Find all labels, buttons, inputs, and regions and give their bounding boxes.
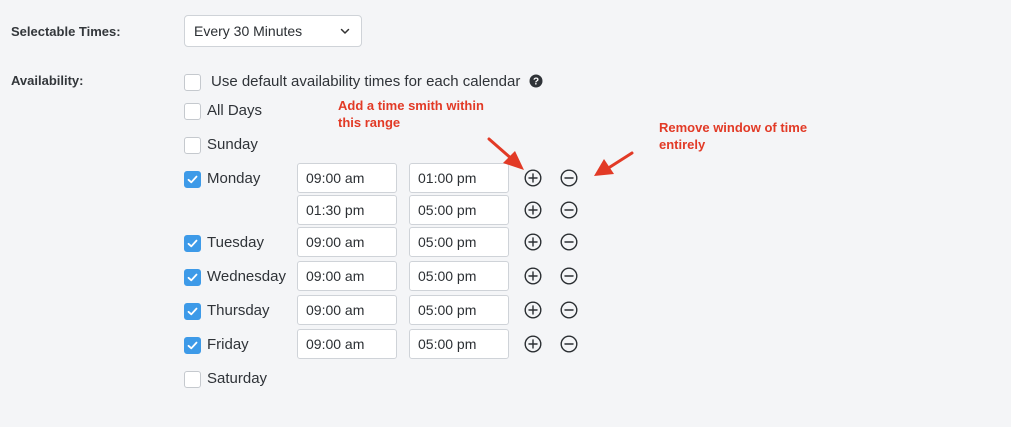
tuesday-range-1-end[interactable]: 05:00 pm [409,227,509,257]
sunday-label: Sunday [207,136,258,153]
all-days-label: All Days [207,102,263,119]
check-icon [187,239,198,248]
tuesday-label: Tuesday [207,234,264,251]
selectable-times-label: Selectable Times: [11,24,121,39]
wednesday-label: Wednesday [207,268,286,285]
saturday-checkbox[interactable] [184,371,201,388]
default-times-checkbox[interactable] [184,74,201,91]
monday-range-1-start[interactable]: 09:00 am [297,163,397,193]
monday-checkbox[interactable] [184,171,201,188]
remove-window-annotation: Remove window of time entirely [659,119,807,153]
all-days-checkbox[interactable] [184,103,201,120]
plus-circle-icon[interactable] [524,301,542,319]
thursday-range-1-start[interactable]: 09:00 am [297,295,397,325]
sunday-checkbox[interactable] [184,137,201,154]
minus-circle-icon[interactable] [560,201,578,219]
check-icon [187,341,198,350]
minus-circle-icon[interactable] [560,267,578,285]
chevron-down-icon [340,28,350,34]
check-icon [187,175,198,184]
remove-annotation-line-2: entirely [659,137,706,152]
check-icon [187,273,198,282]
wednesday-checkbox[interactable] [184,269,201,286]
thursday-checkbox[interactable] [184,303,201,320]
minus-circle-icon[interactable] [560,335,578,353]
question-circle-icon[interactable]: ? [529,74,543,88]
saturday-label: Saturday [207,370,268,387]
wednesday-range-1-end[interactable]: 05:00 pm [409,261,509,291]
minus-circle-icon[interactable] [560,169,578,187]
tuesday-range-1-start[interactable]: 09:00 am [297,227,397,257]
default-times-label: Use default availability times for each … [211,73,521,90]
add-annotation-line-1: Add a time smith within [338,98,484,113]
plus-circle-icon[interactable] [524,201,542,219]
availability-label: Availability: [11,73,84,88]
monday-range-2-end[interactable]: 05:00 pm [409,195,509,225]
thursday-range-1-end[interactable]: 05:00 pm [409,295,509,325]
remove-annotation-line-1: Remove window of time [659,120,808,135]
minus-circle-icon[interactable] [560,233,578,251]
plus-circle-icon[interactable] [524,335,542,353]
add-range-annotation: Add a time smith within this range [338,97,484,131]
thursday-label: Thursday [207,302,270,319]
friday-range-1-end[interactable]: 05:00 pm [409,329,509,359]
tuesday-checkbox[interactable] [184,235,201,252]
check-icon [187,307,198,316]
minus-circle-icon[interactable] [560,301,578,319]
selectable-times-value: Every 30 Minutes [194,23,303,39]
svg-text:?: ? [532,77,538,88]
remove-annotation-arrow [594,151,634,176]
plus-circle-icon[interactable] [524,233,542,251]
monday-range-2-start[interactable]: 01:30 pm [297,195,397,225]
friday-label: Friday [207,336,249,353]
wednesday-range-1-start[interactable]: 09:00 am [297,261,397,291]
friday-range-1-start[interactable]: 09:00 am [297,329,397,359]
friday-checkbox[interactable] [184,337,201,354]
selectable-times-select[interactable]: Every 30 Minutes [184,15,362,47]
monday-label: Monday [207,170,261,187]
plus-circle-icon[interactable] [524,267,542,285]
add-annotation-arrow [487,137,524,170]
add-annotation-line-2: this range [338,115,401,130]
